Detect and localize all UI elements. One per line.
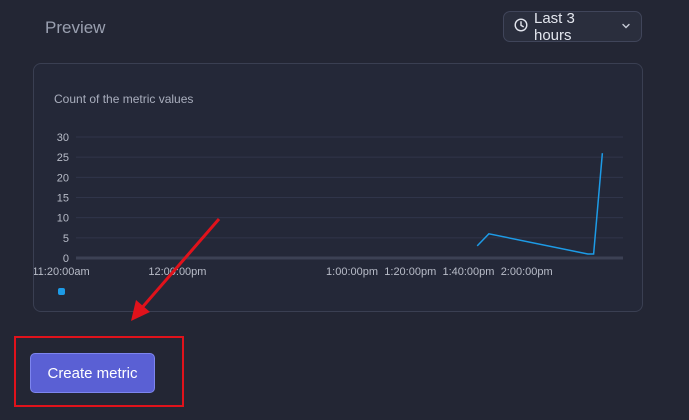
x-tick-label: 2:00:00pm [501, 266, 553, 278]
section-title: Preview [45, 18, 106, 37]
chart-card: Count of the metric values 0 5 10 15 20 25 30 1… [33, 63, 643, 312]
y-tick-label: 20 [57, 172, 69, 184]
series-line [476, 153, 604, 255]
create-metric-button[interactable]: Create metric [30, 353, 155, 393]
time-range-picker[interactable]: Last 3 hours [503, 9, 642, 44]
y-tick-label: 25 [57, 152, 69, 164]
y-tick-label: 10 [57, 213, 69, 225]
y-tick-label: 15 [57, 193, 69, 205]
y-tick-label: 5 [63, 233, 69, 245]
legend-swatch[interactable] [58, 288, 65, 295]
chart-plot: 0 5 10 15 20 25 30 11:20:00am 12:00:00pm 1:00:00p… [34, 132, 623, 278]
y-tick-label: 30 [57, 132, 69, 144]
x-tick-label: 1:20:00pm [384, 266, 436, 278]
x-tick-label: 1:00:00pm [326, 266, 378, 278]
chevron-down-icon [621, 18, 631, 35]
x-tick-label: 1:40:00pm [442, 266, 494, 278]
time-range-label: Last 3 hours [534, 9, 575, 44]
x-tick-label: 12:00:00pm [148, 266, 206, 278]
clock-icon [514, 17, 528, 36]
y-tick-label: 0 [63, 253, 69, 265]
x-tick-label: 11:20:00am [34, 266, 90, 278]
